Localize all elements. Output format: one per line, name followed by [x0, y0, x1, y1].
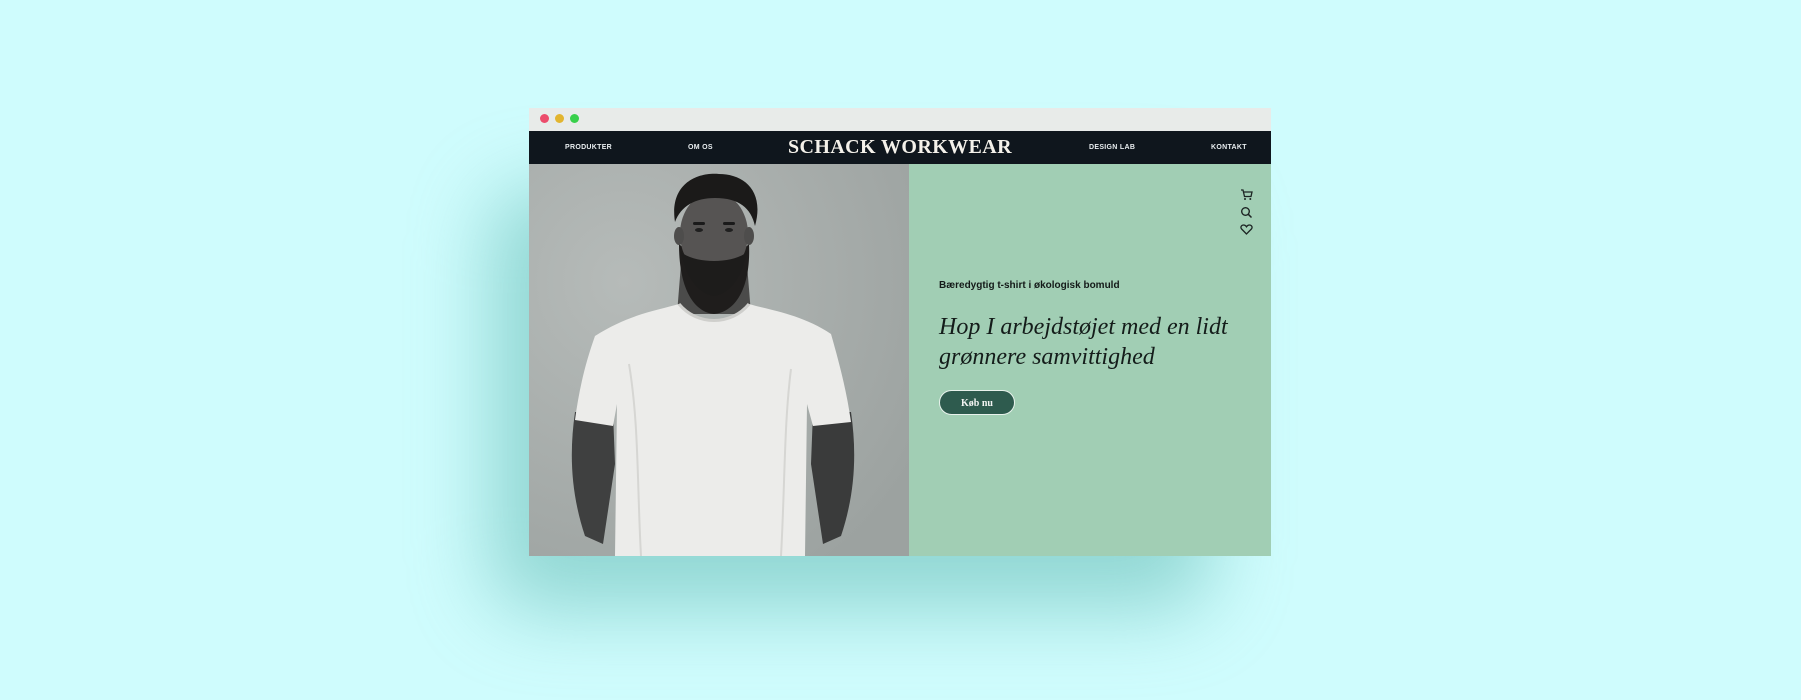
- maximize-window-button[interactable]: [570, 114, 579, 123]
- site-logo[interactable]: SCHACK WORKWEAR: [529, 131, 1271, 164]
- browser-titlebar: [529, 108, 1271, 131]
- heart-icon[interactable]: [1240, 223, 1253, 236]
- browser-window: PRODUKTER OM OS SCHACK WORKWEAR DESIGN L…: [529, 108, 1271, 556]
- hero-image: [529, 164, 909, 556]
- hero-panel: Bæredygtig t-shirt i økologisk bomuld Ho…: [909, 164, 1271, 556]
- site-navigation: PRODUKTER OM OS SCHACK WORKWEAR DESIGN L…: [529, 131, 1271, 164]
- buy-now-button[interactable]: Køb nu: [939, 390, 1015, 415]
- hero-headline: Hop I arbejdstøjet med en lidt grønnere …: [939, 314, 1228, 370]
- hero-subtitle: Bæredygtig t-shirt i økologisk bomuld: [939, 280, 1120, 291]
- search-icon[interactable]: [1240, 206, 1253, 219]
- man-in-white-tshirt-illustration: [529, 164, 909, 556]
- nav-item-kontakt[interactable]: KONTAKT: [1211, 131, 1247, 164]
- cart-icon[interactable]: [1240, 188, 1253, 201]
- nav-item-design-lab[interactable]: DESIGN LAB: [1089, 131, 1135, 164]
- minimize-window-button[interactable]: [555, 114, 564, 123]
- close-window-button[interactable]: [540, 114, 549, 123]
